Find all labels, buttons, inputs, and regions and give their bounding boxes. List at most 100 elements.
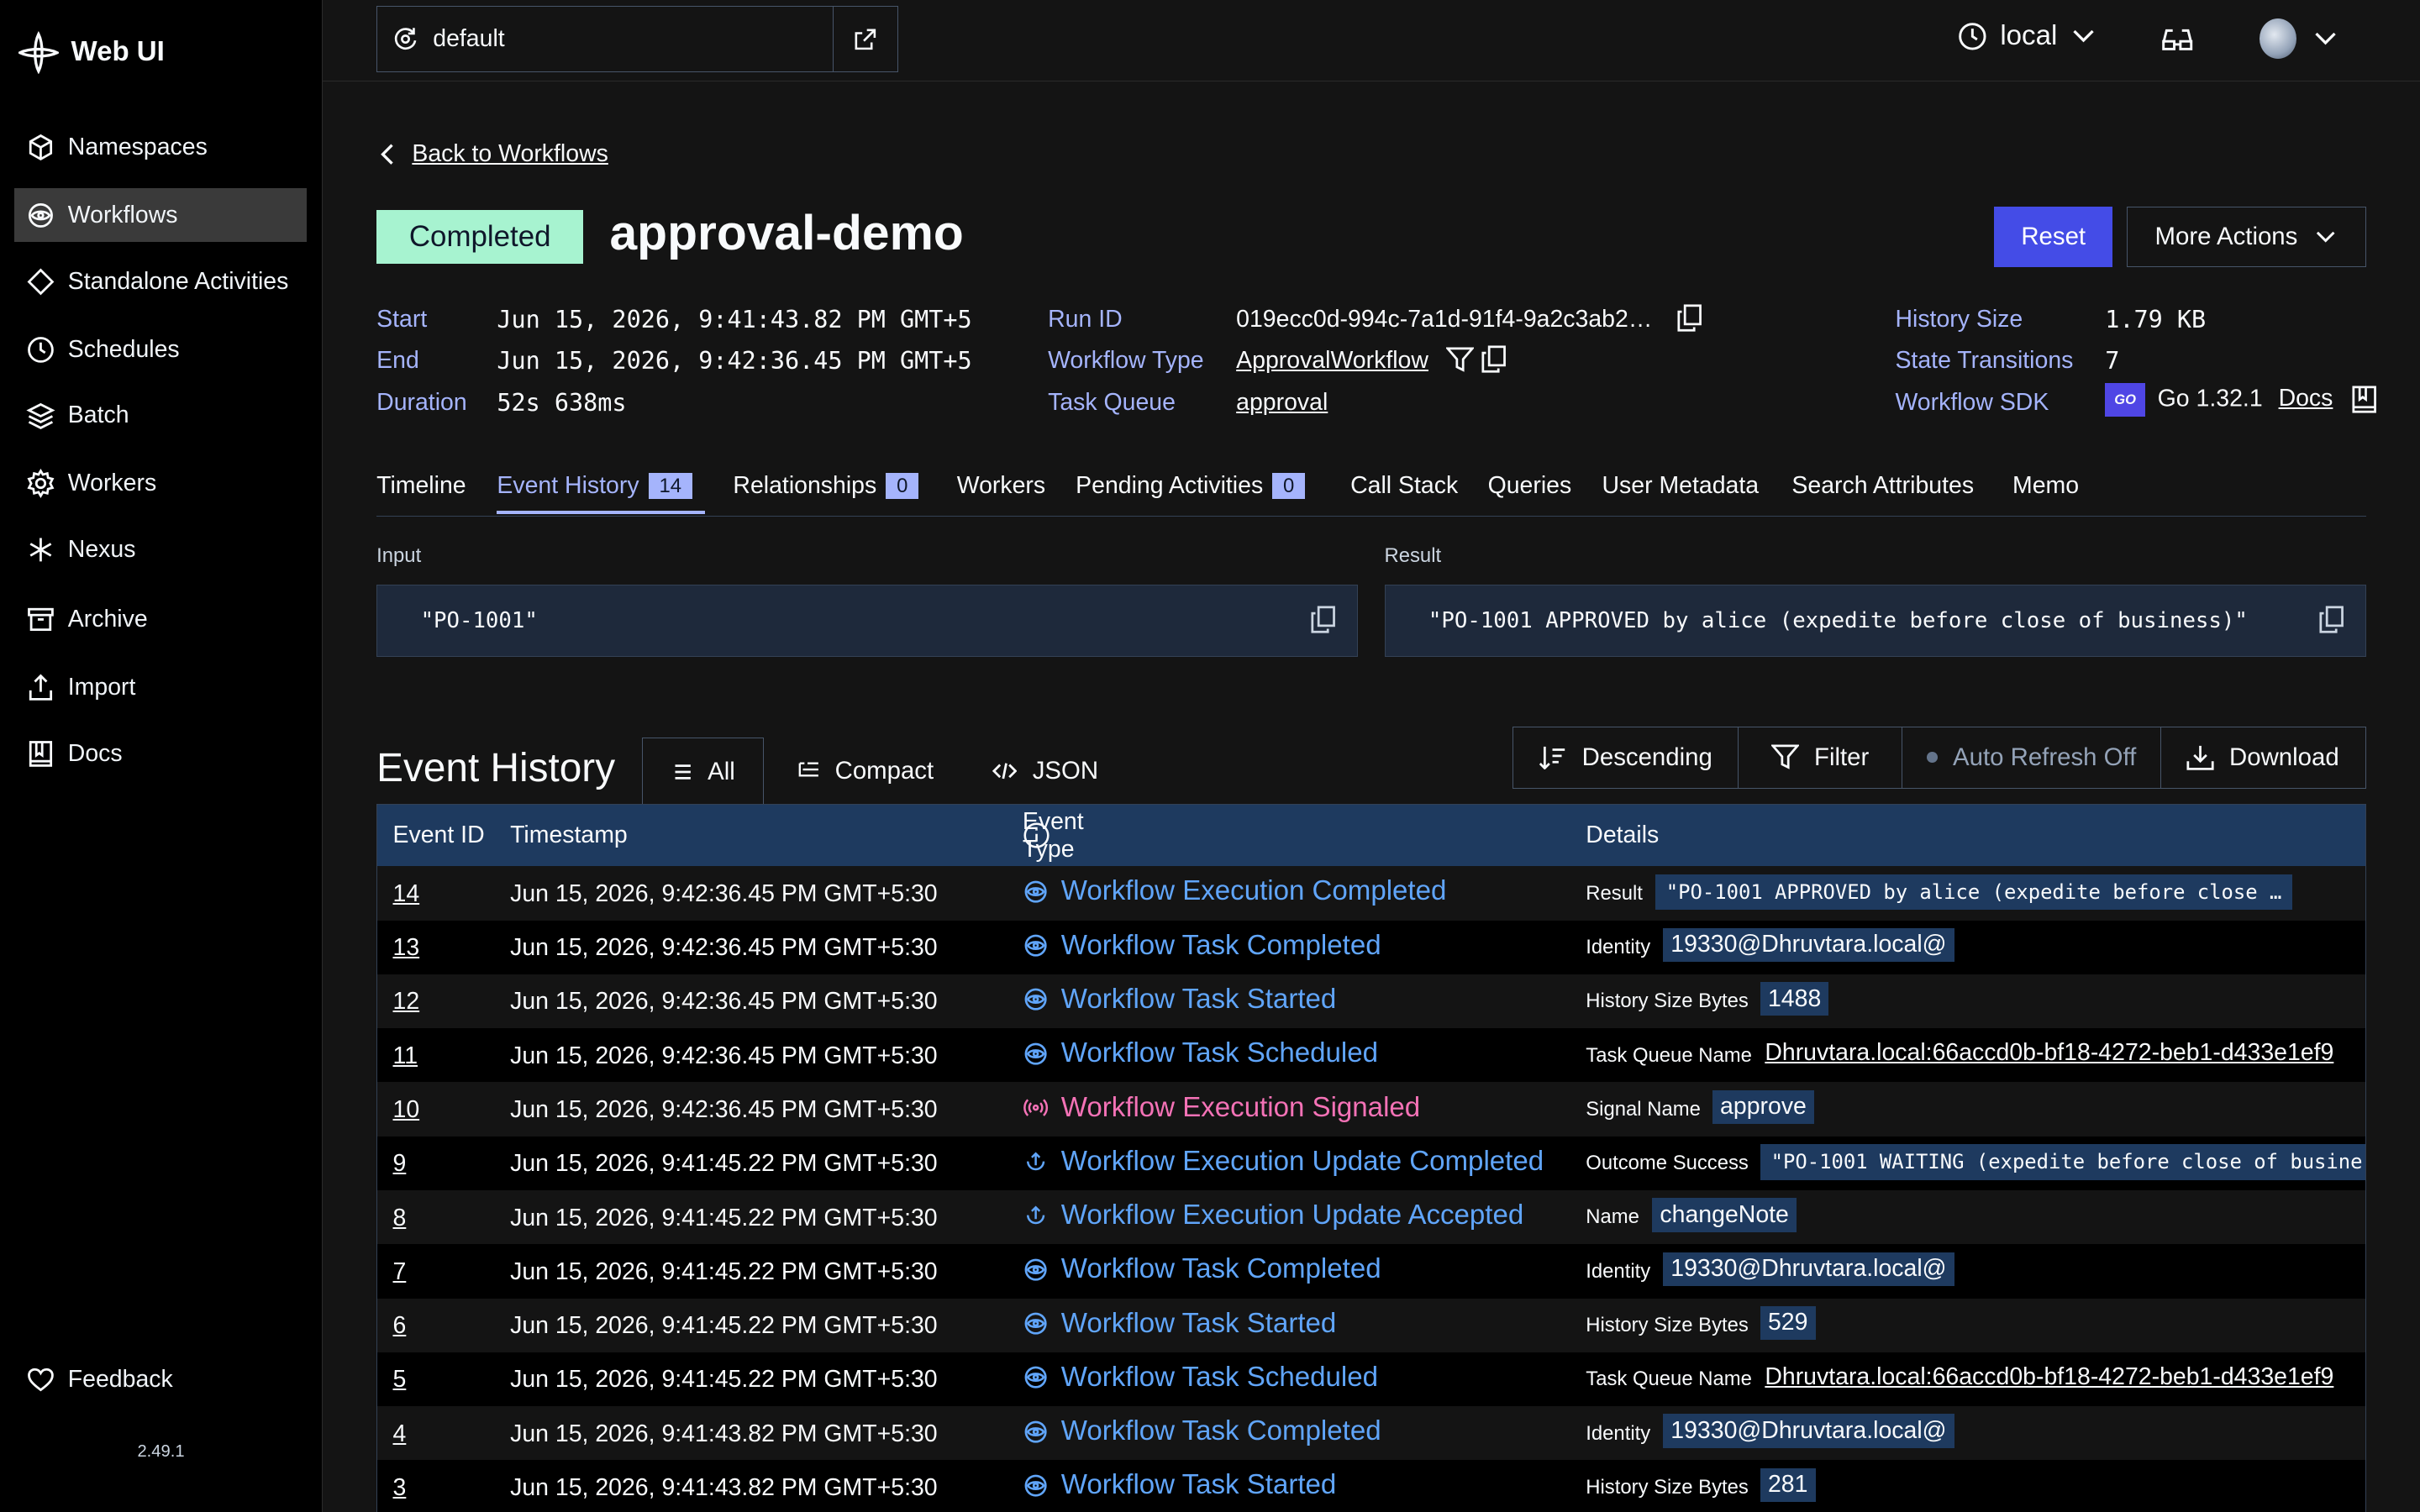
detail-value: 19330@Dhruvtara.local@ bbox=[1663, 927, 1954, 963]
copy-icon[interactable] bbox=[1481, 345, 1507, 380]
workflow-sdk-label: Workflow SDK bbox=[1895, 388, 2049, 416]
namespace-switcher[interactable]: default bbox=[376, 6, 898, 73]
reset-button[interactable]: Reset bbox=[1994, 207, 2113, 267]
table-row[interactable]: 11 Jun 15, 2026, 9:42:36.45 PM GMT+5:30 Wo… bbox=[377, 1028, 2365, 1083]
tab-relationships[interactable]: Relationships 0 bbox=[733, 472, 919, 500]
table-row[interactable]: 8 Jun 15, 2026, 9:41:45.22 PM GMT+5:30 Wor… bbox=[377, 1190, 2365, 1244]
table-row[interactable]: 12 Jun 15, 2026, 9:42:36.45 PM GMT+5:30 Wo… bbox=[377, 974, 2365, 1028]
tab-call-stack[interactable]: Call Stack bbox=[1350, 472, 1458, 500]
glasses-icon[interactable] bbox=[2160, 24, 2194, 62]
event-type[interactable]: Workflow Task Completed bbox=[1023, 1415, 1381, 1447]
table-row[interactable]: 10 Jun 15, 2026, 9:42:36.45 PM GMT+5:30 Wo… bbox=[377, 1082, 2365, 1136]
tab-pending-activities[interactable]: Pending Activities 0 bbox=[1076, 472, 1306, 500]
event-id-link[interactable]: 11 bbox=[393, 1042, 418, 1070]
sdk-docs-link[interactable]: Docs bbox=[2279, 385, 2333, 412]
sidebar-item-batch[interactable]: Batch bbox=[14, 389, 308, 443]
event-type[interactable]: Workflow Task Started bbox=[1023, 1308, 1336, 1340]
tab-event-history[interactable]: Event History 14 bbox=[497, 472, 692, 500]
view-compact-button[interactable]: Compact bbox=[771, 738, 962, 806]
event-type[interactable]: Workflow Task Started bbox=[1023, 984, 1336, 1016]
user-menu[interactable] bbox=[2259, 18, 2339, 59]
event-id-link[interactable]: 14 bbox=[393, 880, 420, 908]
event-type[interactable]: Workflow Task Completed bbox=[1023, 930, 1381, 962]
event-id-link[interactable]: 13 bbox=[393, 934, 420, 962]
event-type[interactable]: Workflow Execution Update Accepted bbox=[1023, 1200, 1523, 1231]
tab-search-attributes[interactable]: Search Attributes bbox=[1791, 472, 1974, 500]
detail-value[interactable]: Dhruvtara.local:66accd0b-bf18-4272-beb1-… bbox=[1765, 1360, 2333, 1394]
workflow-type-link[interactable]: ApprovalWorkflow bbox=[1236, 347, 1428, 375]
feedback-button[interactable]: Feedback bbox=[14, 1353, 308, 1407]
event-id-link[interactable]: 5 bbox=[393, 1366, 407, 1394]
sort-descending-button[interactable]: Descending bbox=[1513, 727, 1739, 788]
event-type[interactable]: Workflow Execution Update Completed bbox=[1023, 1146, 1544, 1178]
sidebar-item-workflows[interactable]: Workflows bbox=[13, 188, 308, 243]
event-type[interactable]: Workflow Task Started bbox=[1023, 1469, 1336, 1501]
more-actions-button[interactable]: More Actions bbox=[2126, 207, 2366, 267]
task-queue-link[interactable]: approval bbox=[1236, 389, 1328, 417]
detail-value: 19330@Dhruvtara.local@ bbox=[1663, 1414, 1954, 1448]
sidebar-item-schedules[interactable]: Schedules bbox=[14, 323, 308, 376]
event-id-link[interactable]: 6 bbox=[393, 1312, 407, 1340]
app-brand[interactable]: Web UI bbox=[18, 30, 165, 75]
event-id-link[interactable]: 4 bbox=[393, 1420, 407, 1448]
tab-user-metadata[interactable]: User Metadata bbox=[1602, 472, 1759, 500]
workflow-event-icon bbox=[1024, 1474, 1047, 1497]
sidebar-item-namespaces[interactable]: Namespaces bbox=[14, 120, 308, 174]
input-label: Input bbox=[376, 544, 422, 568]
event-id-link[interactable]: 9 bbox=[393, 1150, 407, 1178]
event-type[interactable]: Workflow Execution Completed bbox=[1023, 875, 1446, 907]
download-button[interactable]: Download bbox=[2161, 727, 2364, 787]
workflow-event-icon bbox=[1024, 1042, 1047, 1065]
workflow-tabs: Timeline Event History 14 Relationships 0 … bbox=[376, 458, 2366, 517]
event-id-link[interactable]: 8 bbox=[393, 1205, 407, 1232]
sidebar-item-import[interactable]: Import bbox=[14, 660, 308, 714]
detail-label: Identity bbox=[1586, 936, 1651, 958]
event-type[interactable]: Workflow Task Scheduled bbox=[1023, 1037, 1378, 1069]
duration-label: Duration bbox=[376, 388, 467, 416]
detail-label: Outcome Success bbox=[1586, 1152, 1749, 1175]
table-row[interactable]: 7 Jun 15, 2026, 9:41:45.22 PM GMT+5:30 Wor… bbox=[377, 1244, 2365, 1299]
event-id-link[interactable]: 10 bbox=[393, 1096, 420, 1124]
copy-icon[interactable] bbox=[2319, 606, 2344, 639]
filter-icon[interactable] bbox=[1444, 347, 1476, 380]
table-row[interactable]: 14 Jun 15, 2026, 9:42:36.45 PM GMT+5:30 Wo… bbox=[377, 866, 2365, 920]
table-row[interactable]: 4 Jun 15, 2026, 9:41:43.82 PM GMT+5:30 Wor… bbox=[377, 1406, 2365, 1460]
external-link-icon[interactable] bbox=[832, 7, 897, 72]
view-json-button[interactable]: JSON bbox=[965, 738, 1126, 806]
tab-workers[interactable]: Workers bbox=[957, 472, 1045, 500]
detail-value: 281 bbox=[1760, 1467, 1816, 1502]
back-to-workflows-link[interactable]: Back to Workflows bbox=[378, 140, 608, 168]
event-type[interactable]: Workflow Task Scheduled bbox=[1023, 1362, 1378, 1394]
auto-refresh-toggle[interactable]: Auto Refresh Off bbox=[1902, 727, 2162, 788]
table-row[interactable]: 3 Jun 15, 2026, 9:41:43.82 PM GMT+5:30 Wor… bbox=[377, 1460, 2365, 1512]
copy-icon[interactable] bbox=[1677, 304, 1702, 339]
table-row[interactable]: 5 Jun 15, 2026, 9:41:45.22 PM GMT+5:30 Wor… bbox=[377, 1352, 2365, 1407]
copy-icon[interactable] bbox=[1311, 606, 1336, 639]
event-id-link[interactable]: 7 bbox=[393, 1258, 407, 1286]
filter-button[interactable]: Filter bbox=[1739, 727, 1902, 788]
event-id-link[interactable]: 12 bbox=[393, 988, 420, 1016]
sidebar-item-label: Nexus bbox=[67, 536, 136, 564]
view-all-button[interactable]: All bbox=[642, 737, 764, 806]
event-id-link[interactable]: 3 bbox=[393, 1474, 407, 1502]
sidebar-item-workers[interactable]: Workers bbox=[14, 457, 308, 511]
tab-queries[interactable]: Queries bbox=[1488, 472, 1572, 500]
sidebar-item-nexus[interactable]: Nexus bbox=[14, 523, 308, 577]
table-row[interactable]: 6 Jun 15, 2026, 9:41:45.22 PM GMT+5:30 Wor… bbox=[377, 1299, 2365, 1352]
event-type[interactable]: Workflow Task Completed bbox=[1023, 1253, 1381, 1285]
column-header-event-type: Event Type bbox=[1023, 808, 1084, 863]
tab-memo[interactable]: Memo bbox=[2012, 472, 2079, 500]
tab-timeline[interactable]: Timeline bbox=[376, 472, 466, 500]
event-timestamp: Jun 15, 2026, 9:41:43.82 PM GMT+5:30 bbox=[510, 1420, 938, 1447]
book-icon[interactable] bbox=[2352, 386, 2376, 413]
table-row[interactable]: 13 Jun 15, 2026, 9:42:36.45 PM GMT+5:30 Wo… bbox=[377, 920, 2365, 974]
detail-value[interactable]: Dhruvtara.local:66accd0b-bf18-4272-beb1-… bbox=[1765, 1036, 2333, 1069]
environment-selector[interactable]: local bbox=[1957, 20, 2097, 52]
table-row[interactable]: 9 Jun 15, 2026, 9:41:45.22 PM GMT+5:30 Wor… bbox=[377, 1136, 2365, 1191]
detail-value: 19330@Dhruvtara.local@ bbox=[1663, 1252, 1954, 1286]
sidebar-item-archive[interactable]: Archive bbox=[14, 592, 308, 646]
workflow-event-icon bbox=[1024, 880, 1047, 903]
sidebar-item-docs[interactable]: Docs bbox=[14, 727, 308, 780]
event-type[interactable]: Workflow Execution Signaled bbox=[1023, 1092, 1420, 1124]
sidebar-item-standalone-activities[interactable]: Standalone Activities bbox=[14, 255, 308, 308]
